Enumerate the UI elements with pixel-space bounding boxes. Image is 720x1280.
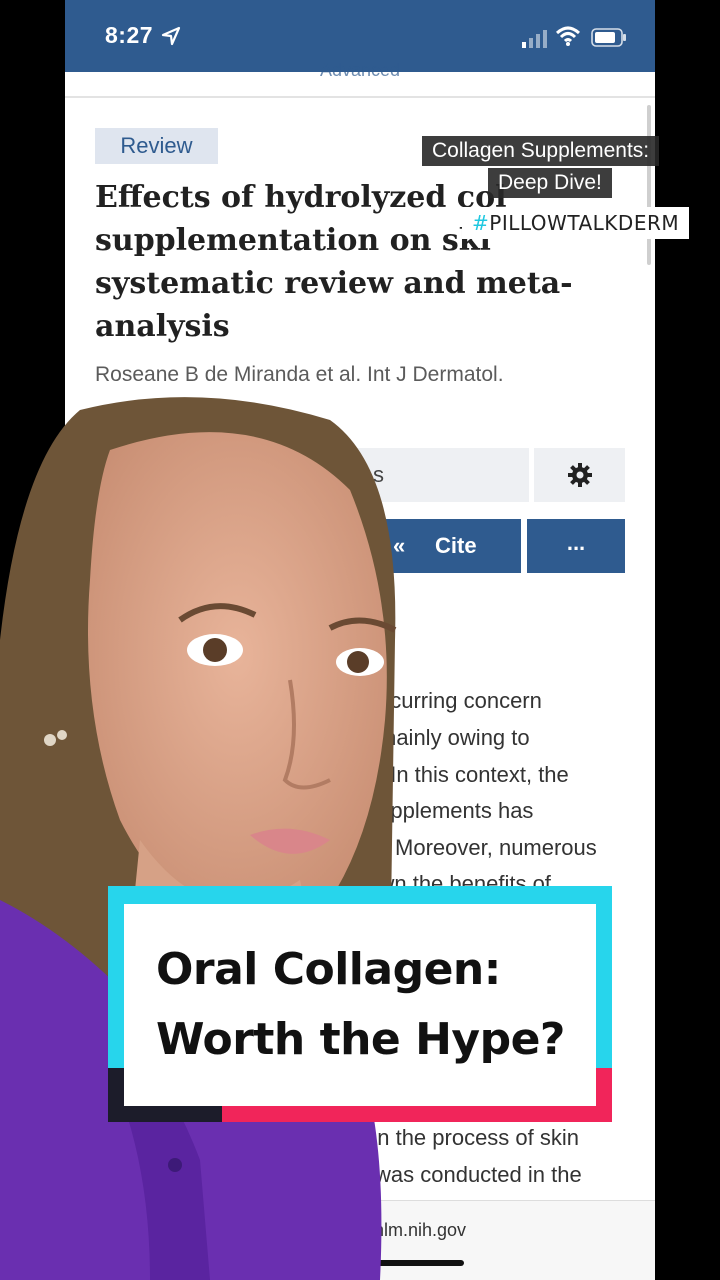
battery-icon — [591, 28, 626, 47]
caption-line: Deep Dive! — [488, 168, 612, 198]
location-arrow-icon — [161, 26, 181, 46]
title-line: systematic review and meta- — [95, 266, 573, 301]
title-card-line: Worth the Hype? — [156, 1014, 565, 1065]
wifi-icon — [555, 26, 581, 46]
hashtag-text: PILLOWTALKDERM — [489, 211, 680, 235]
more-actions-button[interactable]: ... — [527, 519, 625, 573]
title-line: supplementation on ski — [95, 223, 491, 258]
review-badge: Review — [95, 128, 218, 164]
advanced-search-link[interactable]: Advanced — [65, 60, 655, 81]
hashtag-symbol: # — [472, 211, 490, 235]
title-card: Oral Collagen: Worth the Hype? — [124, 904, 596, 1106]
title-card-line: Oral Collagen: — [156, 944, 501, 995]
article-title: Effects of hydrolyzed col supplementatio… — [95, 176, 635, 348]
cite-label: Cite — [435, 533, 477, 558]
gear-icon — [568, 463, 592, 487]
title-line: analysis — [95, 309, 230, 344]
scrollbar[interactable] — [647, 105, 651, 265]
header-divider — [65, 96, 655, 98]
display-options-button[interactable] — [534, 448, 625, 502]
presenter-image — [0, 397, 397, 1280]
caption-line: Collagen Supplements: — [422, 136, 660, 166]
hashtag-label: #PILLOWTALKDERM — [462, 207, 690, 239]
status-time: 8:27 — [105, 22, 154, 48]
title-line: Effects of hydrolyzed col — [95, 180, 507, 215]
cellular-signal-icon — [522, 30, 547, 48]
